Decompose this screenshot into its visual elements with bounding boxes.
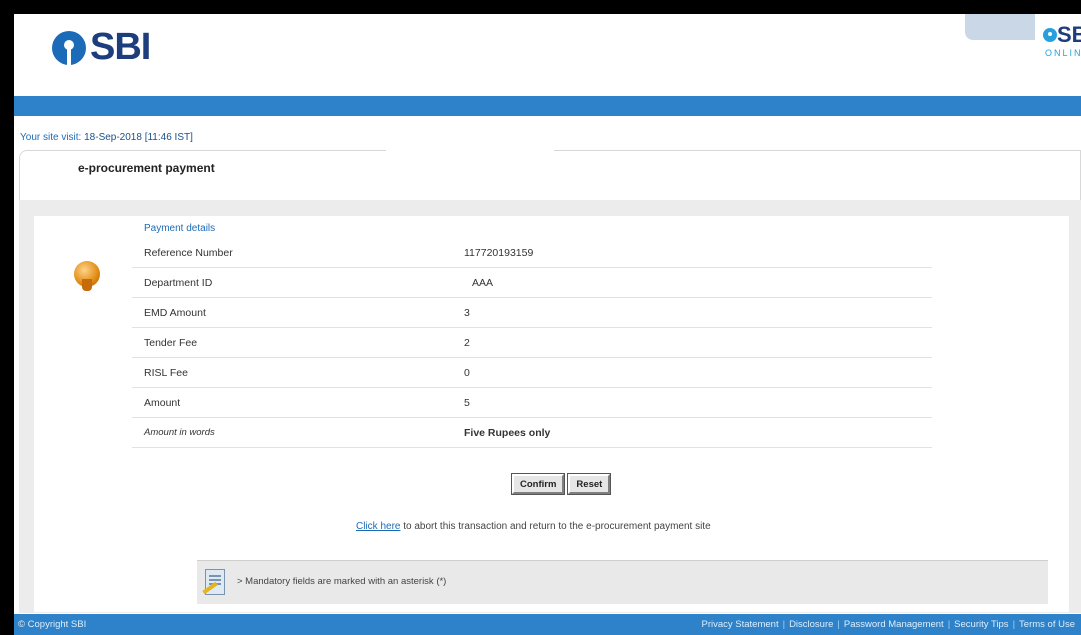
browser-page: SBI SBI ONLINE Your site visit: 18-Sep-2…: [14, 14, 1081, 635]
sbi-online-logo: SBI ONLINE: [965, 14, 1081, 76]
sbi-logo[interactable]: SBI: [52, 26, 151, 69]
table-row: Tender Fee 2: [132, 328, 932, 358]
table-row: Reference Number 117720193159: [132, 238, 932, 268]
footer-links: Privacy Statement | Disclosure | Password …: [698, 619, 1080, 630]
row-label: EMD Amount: [144, 307, 206, 319]
payment-panel: Payment details Reference Number 1177201…: [34, 216, 1069, 612]
header-bar: [14, 96, 1081, 116]
row-label: Amount in words: [144, 427, 215, 438]
info-bullet-icon: [74, 261, 100, 291]
abort-link[interactable]: Click here: [356, 521, 400, 532]
row-value: 5: [464, 397, 470, 409]
footer-link-terms[interactable]: Terms of Use: [1015, 619, 1079, 630]
footer: © Copyright SBI Privacy Statement | Discl…: [14, 614, 1081, 635]
row-label: RISL Fee: [144, 367, 188, 379]
table-row: RISL Fee 0: [132, 358, 932, 388]
footer-copyright: © Copyright SBI: [18, 619, 87, 630]
row-value: 0: [464, 367, 470, 379]
footer-link-disclosure[interactable]: Disclosure: [785, 619, 837, 630]
table-row-amount-in-words: Amount in words Five Rupees only: [132, 418, 932, 448]
last-visit-value: 18-Sep-2018 [11:46 IST]: [84, 132, 193, 143]
abort-message: Click here to abort this transaction and…: [356, 521, 711, 532]
row-value: Five Rupees only: [464, 427, 551, 439]
header-tab: [965, 14, 1035, 40]
mandatory-note: > Mandatory fields are marked with an as…: [197, 560, 1048, 604]
row-value: AAA: [472, 277, 494, 289]
page-title: e-procurement payment: [78, 161, 215, 175]
payment-details-table: Payment details Reference Number 1177201…: [132, 220, 932, 448]
table-row: Amount 5: [132, 388, 932, 418]
row-value: 117720193159: [464, 247, 534, 259]
row-value: 3: [464, 307, 470, 319]
content-area: Payment details Reference Number 1177201…: [19, 200, 1081, 613]
row-label: Amount: [144, 397, 181, 409]
sbi-logo-icon: [52, 30, 86, 65]
footer-link-security[interactable]: Security Tips: [950, 619, 1012, 630]
table-row: Department ID AAA: [132, 268, 932, 298]
last-visit: Your site visit: 18-Sep-2018 [11:46 IST]: [20, 132, 193, 143]
row-label: Reference Number: [144, 247, 233, 259]
footer-link-password[interactable]: Password Management: [840, 619, 948, 630]
sbi-online-logo-subtitle: ONLINE: [1045, 48, 1081, 58]
mandatory-note-text: > Mandatory fields are marked with an as…: [237, 576, 447, 587]
payment-details-caption: Payment details: [144, 223, 216, 234]
table-row: EMD Amount 3: [132, 298, 932, 328]
footer-link-privacy[interactable]: Privacy Statement: [698, 619, 783, 630]
page-title-bar: e-procurement payment: [19, 147, 1081, 200]
confirm-button[interactable]: Confirm: [510, 473, 566, 495]
notepad-icon: [205, 569, 225, 595]
title-tab-blank: [386, 147, 554, 193]
abort-text: to abort this transaction and return to …: [400, 521, 711, 532]
sbi-logo-text: SBI: [90, 26, 151, 68]
row-label: Tender Fee: [144, 337, 198, 349]
action-buttons: Confirm Reset: [510, 473, 612, 495]
row-label: Department ID: [144, 277, 213, 289]
reset-button[interactable]: Reset: [567, 473, 612, 495]
sbi-online-logo-icon: [1043, 28, 1057, 42]
sbi-online-logo-text: SBI: [1057, 22, 1081, 47]
last-visit-label: Your site visit:: [20, 132, 82, 143]
header: SBI SBI ONLINE: [14, 14, 1081, 96]
row-value: 2: [464, 337, 470, 349]
